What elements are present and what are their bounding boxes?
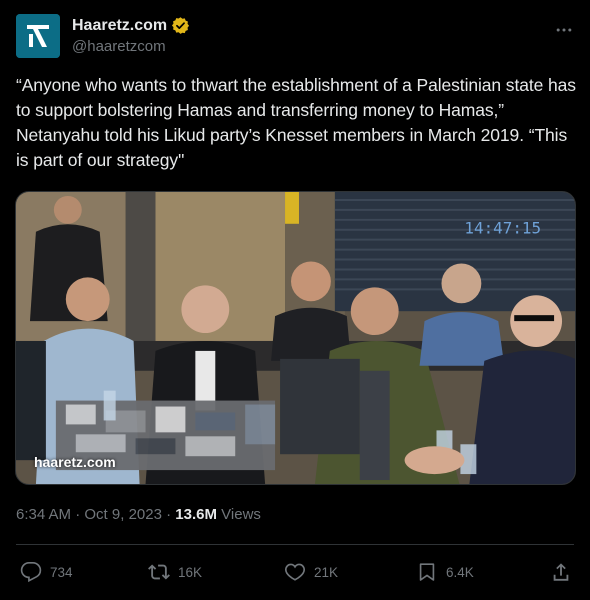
haaretz-logo-icon xyxy=(16,14,60,58)
bookmark-icon xyxy=(416,561,438,583)
name-row: Haaretz.com xyxy=(72,16,190,35)
tweet-text: “Anyone who wants to thwart the establis… xyxy=(16,75,576,170)
repost-icon xyxy=(148,561,170,583)
verified-gold-badge-icon[interactable] xyxy=(171,16,190,35)
screen-clock-text: 14:47:15 xyxy=(464,219,541,238)
heart-icon xyxy=(284,561,306,583)
repost-button[interactable]: 16K xyxy=(148,558,202,586)
reply-count: 734 xyxy=(50,564,73,580)
avatar[interactable] xyxy=(16,14,60,58)
reply-icon xyxy=(20,561,42,583)
like-count: 21K xyxy=(314,564,339,580)
more-dots-icon[interactable] xyxy=(544,18,574,42)
display-name[interactable]: Haaretz.com xyxy=(72,17,167,35)
action-bar: 734 16K 21K 6.4K xyxy=(16,558,574,586)
tweet-date[interactable]: Oct 9, 2023 xyxy=(84,506,162,523)
tweet-time[interactable]: 6:34 AM xyxy=(16,506,71,523)
handle[interactable]: @haaretzcom xyxy=(72,38,166,55)
separator: · xyxy=(166,506,172,523)
separator: · xyxy=(75,506,81,523)
media-watermark: haaretz.com xyxy=(34,454,116,470)
tweet-meta: 6:34 AM · Oct 9, 2023 · 13.6M Views xyxy=(16,506,261,523)
tweet-photo[interactable]: 14:47:15 haaretz.com xyxy=(15,191,576,485)
bookmark-count: 6.4K xyxy=(446,564,474,580)
repost-count: 16K xyxy=(178,564,203,580)
bookmark-button[interactable]: 6.4K xyxy=(416,558,474,586)
share-icon xyxy=(550,561,572,583)
views-count: 13.6M xyxy=(175,506,217,523)
like-button[interactable]: 21K xyxy=(284,558,338,586)
tweet-header: Haaretz.com @haaretzcom xyxy=(16,12,574,60)
share-button[interactable] xyxy=(550,558,572,586)
views-label: Views xyxy=(221,506,261,523)
photo-illustration: 14:47:15 xyxy=(16,192,575,484)
reply-button[interactable]: 734 xyxy=(20,558,73,586)
divider xyxy=(16,544,574,545)
